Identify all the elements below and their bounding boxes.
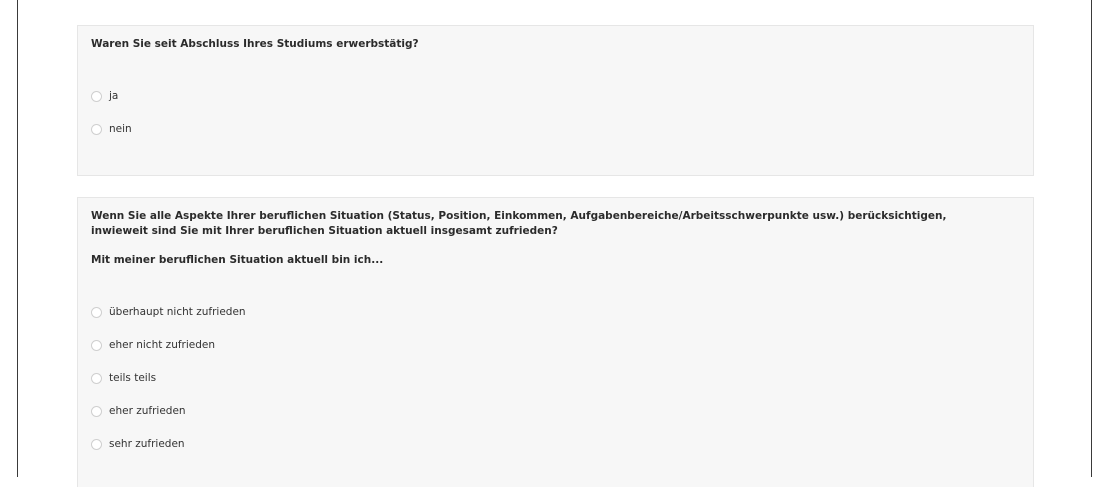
question-title: Waren Sie seit Abschluss Ihres Studiums … — [91, 38, 419, 50]
option-label: eher nicht zufrieden — [109, 339, 216, 351]
radio-button[interactable] — [91, 405, 102, 417]
radio-button[interactable] — [91, 90, 102, 102]
page-frame: Waren Sie seit Abschluss Ihres Studiums … — [17, 0, 1092, 487]
option-ja[interactable]: ja — [91, 88, 118, 104]
question-subtext: Mit meiner beruflichen Situation aktuell… — [91, 254, 384, 266]
radio-button[interactable] — [91, 123, 102, 135]
question-title: Wenn Sie alle Aspekte Ihrer beruflichen … — [91, 210, 947, 237]
option-eher-zufrieden[interactable]: eher zufrieden — [91, 403, 186, 419]
option-label: nein — [109, 123, 132, 135]
radio-button[interactable] — [91, 306, 102, 318]
option-sehr-zufrieden[interactable]: sehr zufrieden — [91, 436, 185, 452]
question-card-employment: Waren Sie seit Abschluss Ihres Studiums … — [77, 25, 1034, 176]
option-label: eher zufrieden — [109, 405, 186, 417]
option-ueberhaupt-nicht-zufrieden[interactable]: überhaupt nicht zufrieden — [91, 304, 246, 320]
option-label: teils teils — [109, 372, 157, 384]
radio-button[interactable] — [91, 339, 102, 351]
option-label: ja — [109, 90, 119, 102]
option-teils-teils[interactable]: teils teils — [91, 370, 156, 386]
radio-button[interactable] — [91, 372, 102, 384]
radio-button[interactable] — [91, 438, 102, 450]
option-label: überhaupt nicht zufrieden — [109, 306, 246, 318]
option-label: sehr zufrieden — [109, 438, 185, 450]
question-card-satisfaction: Wenn Sie alle Aspekte Ihrer beruflichen … — [77, 197, 1034, 487]
option-nein[interactable]: nein — [91, 121, 132, 137]
option-eher-nicht-zufrieden[interactable]: eher nicht zufrieden — [91, 337, 215, 353]
